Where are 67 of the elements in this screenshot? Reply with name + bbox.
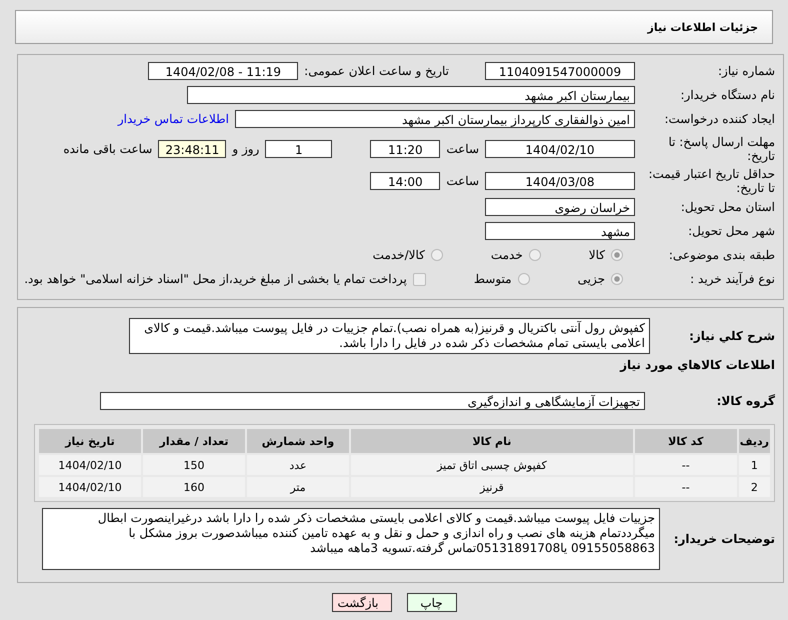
field-label: ایجاد کننده درخواست:	[663, 112, 775, 126]
text-field[interactable]: خراسان رضوی	[485, 198, 635, 216]
text-field[interactable]: 1	[265, 140, 332, 158]
time-label: ساعت	[446, 174, 479, 188]
checkbox[interactable]	[412, 272, 426, 286]
section-heading: اطلاعات کالاهاي مورد نياز	[618, 358, 775, 372]
column-header: واحد شمارش	[247, 429, 349, 453]
column-header: نام کالا	[351, 429, 633, 453]
column-header: تاریخ نیاز	[39, 429, 141, 453]
field-label: استان محل تحویل:	[680, 200, 775, 214]
table-cell: عدد	[247, 455, 349, 475]
field-label: نوع فرآیند خرید :	[689, 272, 775, 286]
text-field[interactable]: 1404/02/10	[485, 140, 635, 158]
table-cell: 160	[143, 477, 245, 497]
field-label: شرح کلي نياز:	[688, 329, 775, 343]
page-title: جزئیات اطلاعات نیاز	[648, 20, 758, 34]
option-label: متوسط	[474, 272, 512, 286]
table-cell: 1	[738, 455, 770, 475]
option-label: کالا	[588, 248, 605, 262]
text-field[interactable]: تجهیزات آزمایشگاهی و اندازه‌گیری	[100, 392, 645, 410]
field-label: گروه کالا:	[716, 394, 775, 408]
countdown-field[interactable]: 23:48:11	[158, 140, 226, 158]
text-field[interactable]: 11:20	[370, 140, 440, 158]
field-label: حداقل تاریخ اعتبار قیمت: تا تاریخ:	[647, 167, 775, 195]
option-label: جزیی	[578, 272, 605, 286]
text-field[interactable]: مشهد	[485, 222, 635, 240]
table-cell: 1404/02/10	[39, 477, 141, 497]
field-label: توضیحات خریدار:	[672, 532, 775, 546]
radio-button[interactable]	[611, 273, 623, 285]
column-header: کد کالا	[634, 429, 737, 453]
text-field[interactable]: بیمارستان اکبر مشهد	[187, 86, 635, 104]
checkbox-label: پرداخت تمام یا بخشی از مبلغ خرید،از محل "اسناد خزانه اسلامی" خواهد بود.	[24, 272, 407, 286]
table-cell: --	[634, 477, 737, 497]
back-button[interactable]: بازگشت	[332, 593, 392, 612]
notes-box[interactable]: جزییات فایل پیوست میباشد.قیمت و کالای اعلامی بایستی مشخصات ذکر شده را دارا باشد درغیراینصورت ابطال میگرددتمام هزینه های نصب و راه اندازی و حمل و نقل و به عهده تامین کننده میباشدصورت بروز مشکل با 09155058863 یا05131891708تماس گرفته.تسویه 3ماهه میباشد	[42, 508, 660, 570]
field-label: شهر محل تحویل:	[687, 224, 775, 238]
table-cell: 2	[738, 477, 770, 497]
table-cell: 150	[143, 455, 245, 475]
table-cell: --	[634, 455, 737, 475]
field-label: تاریخ و ساعت اعلان عمومی:	[304, 64, 449, 78]
option-label: خدمت	[490, 248, 523, 262]
column-header: ردیف	[738, 429, 770, 453]
table-cell: کفپوش چسبی اتاق تمیز	[351, 455, 633, 475]
text-field[interactable]: 14:00	[370, 172, 440, 190]
contact-link[interactable]: اطلاعات تماس خریدار	[118, 112, 229, 126]
table-cell: قرنیز	[351, 477, 633, 497]
radio-button[interactable]	[611, 249, 623, 261]
table-cell: متر	[247, 477, 349, 497]
text-field[interactable]: 1104091547000009	[485, 62, 635, 80]
days-label: روز و	[232, 142, 260, 156]
field-label: طبقه بندی موضوعی:	[668, 248, 775, 262]
text-field[interactable]: 1404/02/08 - 11:19	[148, 62, 298, 80]
time-label: ساعت	[446, 142, 479, 156]
table-cell: 1404/02/10	[39, 455, 141, 475]
description-box[interactable]: کفپوش رول آنتی باکتریال و قرنیز(به همراه نصب).تمام جزییات در فایل پیوست میباشد.قیمت و کالای اعلامی بایستی تمام مشخصات ذکر شده در فایل را دارا باشد.	[129, 318, 650, 354]
field-label: شماره نیاز:	[717, 64, 775, 78]
radio-button[interactable]	[518, 273, 530, 285]
remaining-label: ساعت باقی مانده	[63, 142, 152, 156]
radio-button[interactable]	[430, 249, 443, 261]
text-field[interactable]: 1404/03/08	[485, 172, 635, 190]
field-label: نام دستگاه خریدار:	[680, 88, 775, 102]
print-button[interactable]: چاپ	[406, 593, 456, 612]
option-label: کالا/خدمت	[372, 248, 425, 262]
field-label: مهلت ارسال پاسخ: تا تاریخ:	[667, 135, 775, 163]
text-field[interactable]: امین ذوالفقاری کارپرداز بیمارستان اکبر مشهد	[235, 110, 635, 128]
radio-button[interactable]	[528, 249, 541, 261]
column-header: تعداد / مقدار	[143, 429, 245, 453]
